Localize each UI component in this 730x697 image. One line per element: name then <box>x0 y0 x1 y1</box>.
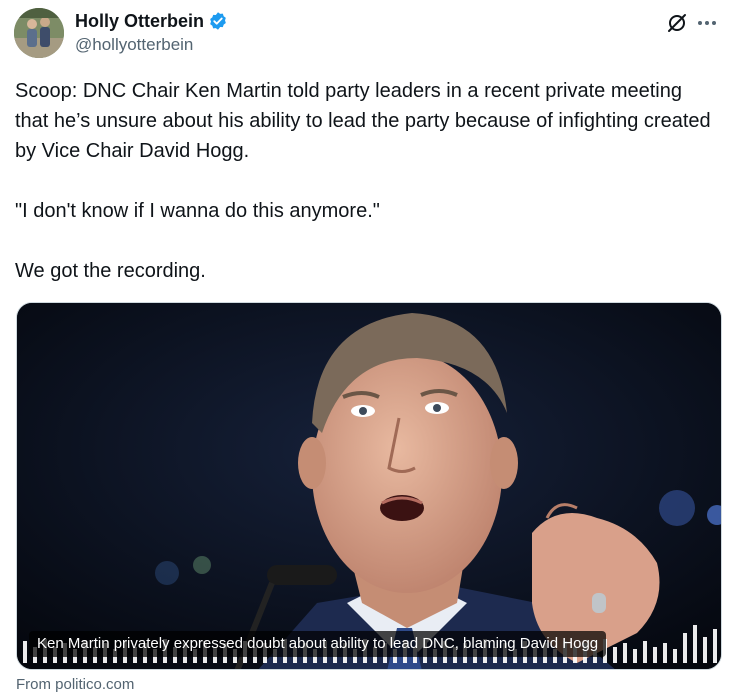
link-card-source[interactable]: From politico.com <box>16 676 134 693</box>
link-card-image <box>17 303 721 669</box>
avatar[interactable] <box>14 8 64 58</box>
tweet[interactable]: Holly Otterbein @hollyotterbein Scoop: D… <box>0 0 730 697</box>
link-card[interactable]: Ken Martin privately expressed doubt abo… <box>16 302 722 670</box>
verified-badge-icon <box>208 11 228 31</box>
tweet-header: Holly Otterbein @hollyotterbein <box>14 8 720 58</box>
tweet-text: Scoop: DNC Chair Ken Martin told party l… <box>15 76 715 286</box>
tweet-paragraph: We got the recording. <box>15 260 206 282</box>
more-horizontal-icon[interactable] <box>694 10 720 36</box>
tweet-paragraph: "I don't know if I wanna do this anymore… <box>15 200 380 222</box>
author-names: Holly Otterbein @hollyotterbein <box>75 10 228 55</box>
link-card-caption: Ken Martin privately expressed doubt abo… <box>29 631 607 657</box>
tweet-paragraph: Scoop: DNC Chair Ken Martin told party l… <box>15 80 711 162</box>
author-display-name[interactable]: Holly Otterbein <box>75 11 204 32</box>
grok-icon[interactable] <box>664 10 690 36</box>
author-handle[interactable]: @hollyotterbein <box>75 35 228 55</box>
